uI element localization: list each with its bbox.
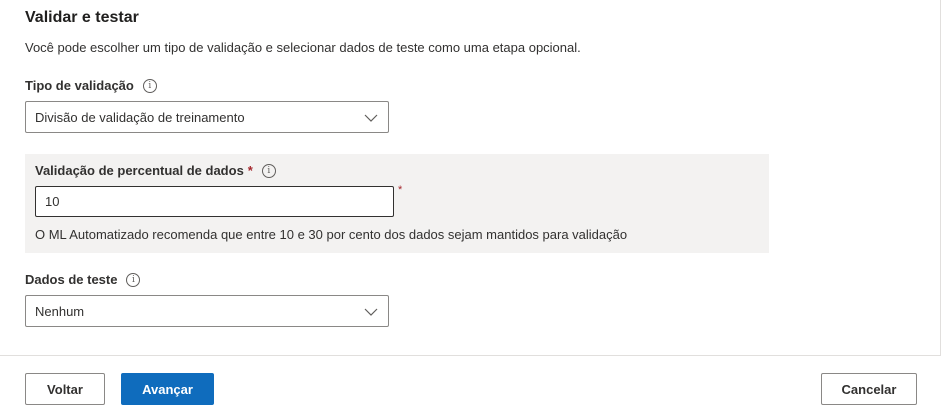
info-icon[interactable]: i	[261, 163, 276, 178]
required-asterisk: *	[247, 163, 253, 178]
validation-type-dropdown[interactable]: Divisão de validação de treinamento	[25, 101, 389, 133]
validation-percent-label: Validação de percentual de dados	[35, 163, 244, 178]
section-description: Você pode escolher um tipo de validação …	[25, 40, 581, 55]
validation-percent-label-row: Validação de percentual de dados * i	[35, 163, 276, 178]
cancel-button[interactable]: Cancelar	[821, 373, 917, 405]
validation-percent-input[interactable]: 10	[35, 186, 394, 217]
info-icon[interactable]: i	[126, 272, 141, 287]
validation-percent-value: 10	[45, 194, 60, 209]
validation-type-label: Tipo de validação	[25, 78, 134, 93]
chevron-down-icon	[364, 114, 378, 122]
next-button[interactable]: Avançar	[121, 373, 214, 405]
info-icon[interactable]: i	[142, 78, 157, 93]
test-data-selected: Nenhum	[35, 303, 85, 319]
validation-type-selected: Divisão de validação de treinamento	[35, 109, 245, 125]
validation-type-label-row: Tipo de validação i	[25, 78, 157, 93]
test-data-label: Dados de teste	[25, 272, 118, 287]
section-title: Validar e testar	[25, 9, 139, 26]
validate-test-section: Validar e testar Você pode escolher um t…	[0, 0, 941, 355]
chevron-down-icon	[364, 308, 378, 316]
footer-bar: Voltar Avançar Cancelar	[0, 355, 941, 419]
validation-percent-hint: O ML Automatizado recomenda que entre 10…	[35, 227, 628, 242]
back-button[interactable]: Voltar	[25, 373, 105, 405]
test-data-dropdown[interactable]: Nenhum	[25, 295, 389, 327]
test-data-label-row: Dados de teste i	[25, 272, 141, 287]
required-asterisk-side: *	[398, 184, 403, 196]
